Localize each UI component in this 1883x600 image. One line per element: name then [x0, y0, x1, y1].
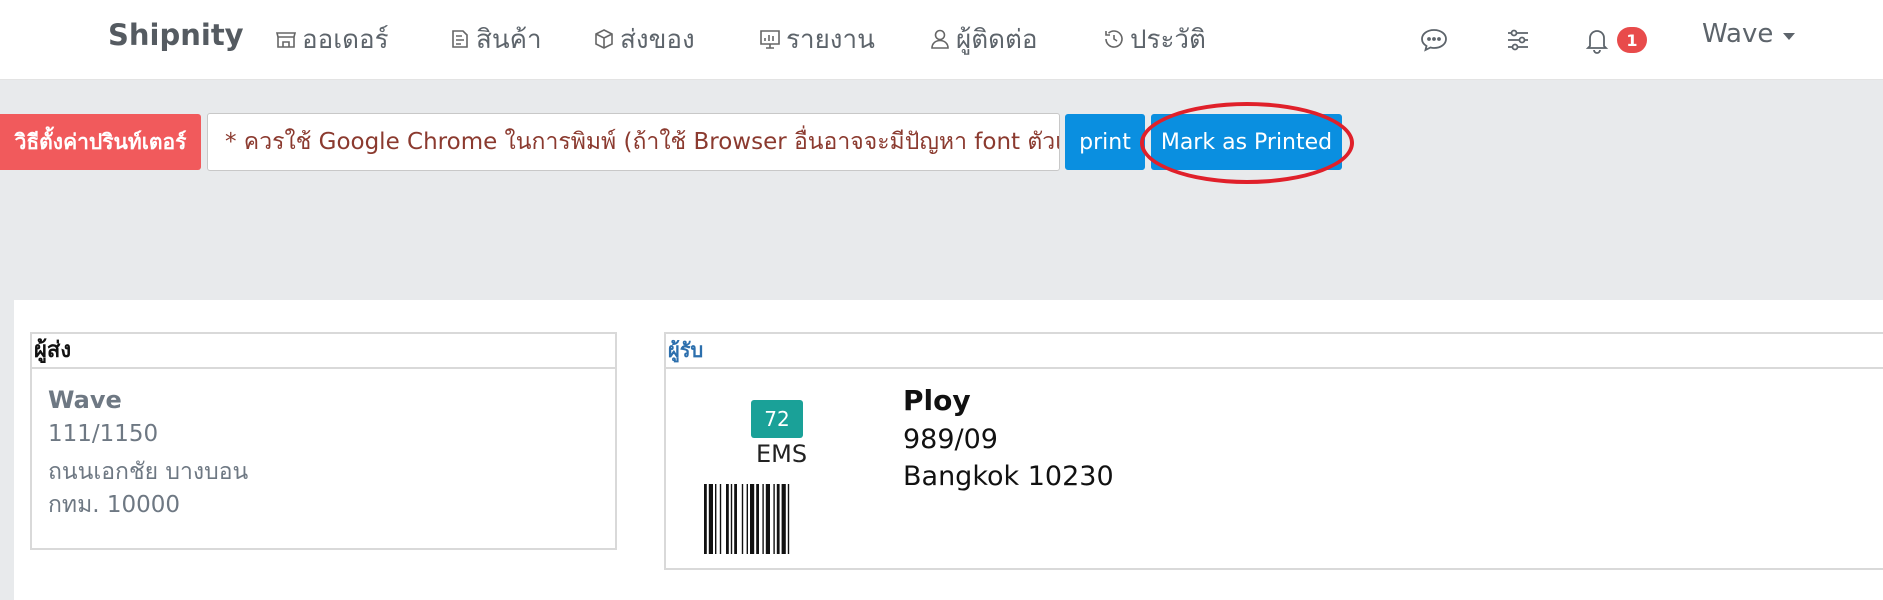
product-tag-icon: [452, 30, 468, 48]
barcode-bar: [726, 484, 729, 554]
recipient-panel: ผู้รับ 72 EMS Ploy 989/09 Bangkok 10230: [664, 332, 1883, 570]
mark-as-printed-button[interactable]: Mark as Printed: [1151, 114, 1342, 170]
nav-item-shipping[interactable]: ส่งของ: [592, 19, 695, 59]
nav-item-label: สินค้า: [476, 24, 542, 55]
user-name: Wave: [1702, 19, 1774, 49]
user-menu-dropdown[interactable]: Wave: [1702, 19, 1796, 49]
nav-item-contacts[interactable]: ผู้ติดต่อ: [928, 19, 1038, 59]
nav-item-label: ประวัติ: [1130, 24, 1206, 55]
store-icon: [275, 32, 297, 48]
barcode-bar: [719, 484, 722, 554]
barcode-image: [704, 484, 790, 554]
barcode-bar: [704, 484, 707, 554]
nav-item-reports[interactable]: รายงาน: [758, 19, 875, 59]
notification-count-badge: 1: [1617, 27, 1647, 53]
barcode-bar: [741, 484, 744, 554]
nav-item-label: ส่งของ: [620, 24, 695, 55]
barcode-bar: [762, 484, 764, 554]
sender-address-line: ถนนเอกชัย บางบอน: [48, 459, 249, 485]
barcode-bar: [708, 484, 713, 554]
shipment-number-badge: 72: [751, 400, 803, 438]
nav-item-label: ผู้ติดต่อ: [956, 24, 1038, 55]
sender-panel: ผู้ส่ง Wave 111/1150 ถนนเอกชัย บางบอน กท…: [30, 332, 617, 550]
nav-item-orders[interactable]: ออเดอร์: [274, 19, 389, 59]
bell-icon[interactable]: [1581, 24, 1613, 56]
barcode-bar: [730, 484, 733, 554]
nav-item-history[interactable]: ประวัติ: [1102, 19, 1206, 59]
carrier-label: EMS: [756, 440, 808, 468]
barcode-bar: [787, 484, 790, 554]
browser-notice-text: * ควรใช้ Google Chrome ในการพิมพ์ (ถ้าใช…: [225, 129, 1060, 155]
barcode-bar: [715, 484, 717, 554]
recipient-name: Ploy: [903, 384, 971, 417]
user-icon: [931, 29, 949, 49]
recipient-address-line: 989/09: [903, 424, 998, 455]
settings-sliders-icon[interactable]: [1502, 24, 1534, 56]
sender-address-line: กทม. 10000: [48, 492, 181, 518]
browser-notice: * ควรใช้ Google Chrome ในการพิมพ์ (ถ้าใช…: [207, 113, 1060, 171]
recipient-heading: ผู้รับ: [666, 334, 1883, 369]
print-button[interactable]: print: [1065, 114, 1145, 170]
barcode-bar: [750, 484, 755, 554]
barcode-bar: [746, 484, 748, 554]
report-chart-icon: [760, 30, 780, 49]
barcode-bar: [781, 484, 786, 554]
printer-setup-button[interactable]: วิธีตั้งค่าปรินท์เตอร์: [0, 114, 201, 170]
barcode-bar: [773, 484, 775, 554]
history-clock-icon: [1105, 30, 1123, 48]
top-navbar: Shipnity ออเดอร์ สินค้า ส่งของ รายงาน ผู…: [0, 0, 1883, 80]
package-box-icon: [595, 29, 613, 49]
barcode-bar: [765, 484, 770, 554]
shipping-label-sheet: ผู้ส่ง Wave 111/1150 ถนนเอกชัย บางบอน กท…: [14, 300, 1883, 600]
caret-down-icon: [1783, 32, 1796, 40]
nav-item-products[interactable]: สินค้า: [448, 19, 542, 59]
brand-logo[interactable]: Shipnity: [108, 18, 244, 52]
nav-item-label: ออเดอร์: [302, 24, 389, 55]
barcode-bar: [734, 484, 737, 554]
barcode-bar: [776, 484, 780, 554]
sender-heading: ผู้ส่ง: [32, 334, 615, 369]
sender-address-line: 111/1150: [48, 421, 159, 447]
nav-item-label: รายงาน: [786, 24, 875, 55]
sender-name: Wave: [48, 386, 122, 414]
recipient-address-line: Bangkok 10230: [903, 461, 1114, 492]
chat-icon[interactable]: [1418, 24, 1450, 56]
barcode-bar: [756, 484, 759, 554]
